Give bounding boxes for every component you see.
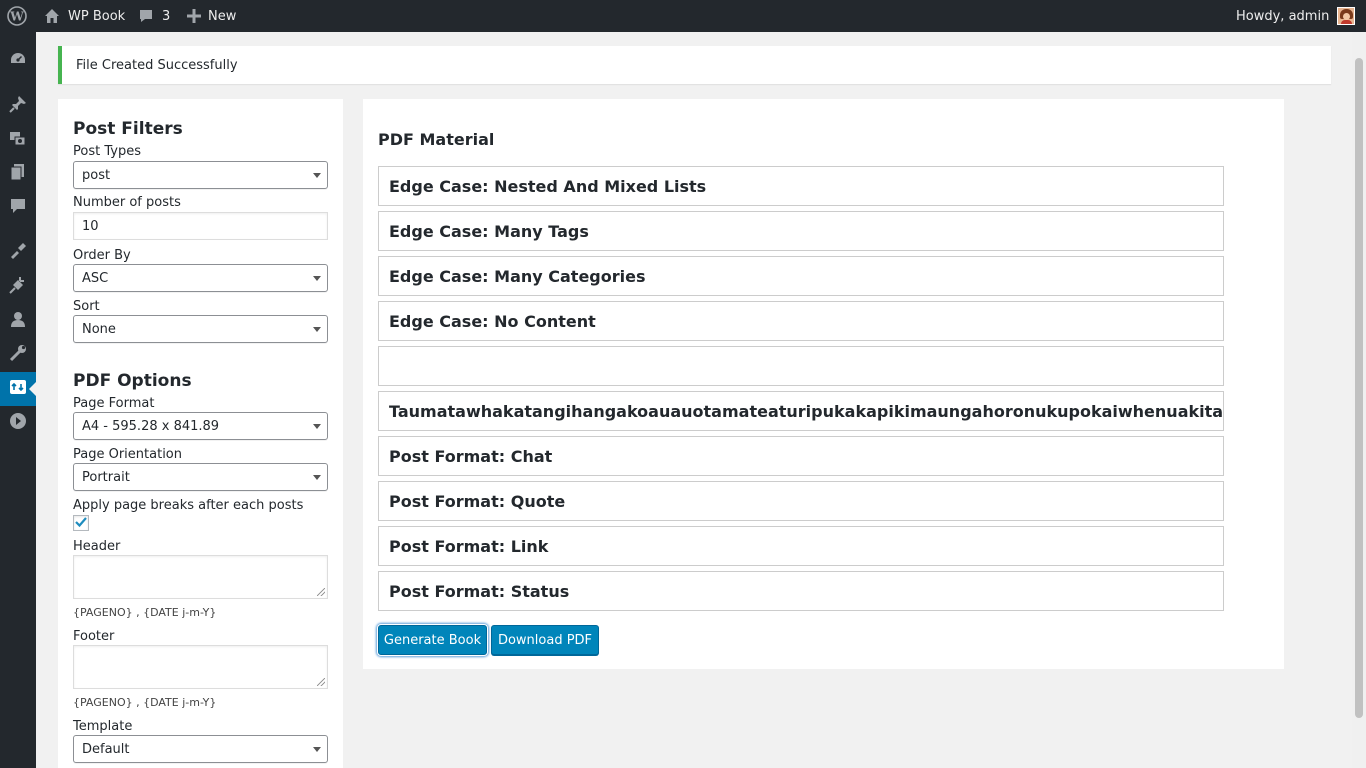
pdf-options-heading: PDF Options	[73, 371, 192, 391]
post-types-value: post	[82, 167, 111, 183]
pdf-post-item[interactable]: Post Format: Status	[378, 571, 1224, 611]
appearance-icon	[9, 241, 27, 263]
post-types-select[interactable]: post	[73, 161, 328, 189]
avatar	[1337, 7, 1356, 25]
sort-label: Sort	[73, 299, 100, 314]
menu-plugins[interactable]	[0, 270, 36, 304]
success-notice: File Created Successfully	[58, 46, 1331, 84]
num-posts-input[interactable]: 10	[73, 212, 328, 240]
home-icon	[44, 8, 60, 24]
filters-panel: Post Filters Post Types post Number of p…	[58, 99, 343, 768]
site-name-link[interactable]: WP Book	[44, 0, 125, 32]
num-posts-label: Number of posts	[73, 195, 181, 210]
menu-comments[interactable]	[0, 191, 36, 225]
order-by-value: ASC	[82, 270, 109, 286]
chevron-down-icon	[313, 327, 321, 332]
tools-icon	[9, 344, 27, 366]
plugins-icon	[9, 276, 27, 298]
post-filters-heading: Post Filters	[73, 119, 183, 139]
pages-icon	[9, 163, 27, 185]
pdf-post-item[interactable]: Taumatawhakatangihangakoauauotamateaturi…	[378, 391, 1224, 431]
menu-media[interactable]	[0, 123, 36, 157]
page-orientation-value: Portrait	[82, 469, 130, 485]
scrollbar-thumb[interactable]	[1355, 58, 1363, 718]
chevron-down-icon	[313, 475, 321, 480]
collapse-icon	[9, 412, 27, 434]
pdf-post-item[interactable]: Post Format: Link	[378, 526, 1224, 566]
post-types-label: Post Types	[73, 144, 141, 159]
media-icon	[9, 129, 27, 151]
pdf-material-panel: PDF Material Edge Case: Nested And Mixed…	[363, 99, 1284, 669]
download-pdf-button[interactable]: Download PDF	[491, 625, 599, 655]
page-scrollbar[interactable]	[1352, 32, 1366, 768]
comment-bubble-icon	[138, 8, 154, 24]
order-by-label: Order By	[73, 248, 131, 263]
order-by-select[interactable]: ASC	[73, 264, 328, 292]
page-orientation-label: Page Orientation	[73, 447, 182, 462]
pdf-material-title: PDF Material	[378, 130, 495, 149]
checkmark-icon	[74, 514, 88, 533]
pin-icon	[9, 95, 27, 117]
header-hint: {PAGENO} , {DATE j-m-Y}	[73, 606, 217, 619]
header-textarea[interactable]	[73, 555, 328, 599]
settings-icon	[9, 378, 27, 400]
header-label: Header	[73, 539, 121, 554]
menu-users[interactable]	[0, 304, 36, 338]
template-value: Default	[82, 741, 130, 757]
num-posts-value: 10	[82, 218, 99, 234]
pdf-post-item[interactable]: Post Format: Chat	[378, 436, 1224, 476]
comments-link[interactable]: 3	[138, 0, 170, 32]
resize-grip-icon[interactable]	[317, 588, 325, 596]
site-name: WP Book	[68, 8, 126, 24]
menu-pages[interactable]	[0, 157, 36, 191]
pdf-post-item[interactable]: Edge Case: Many Categories	[378, 256, 1224, 296]
chevron-down-icon	[313, 747, 321, 752]
svg-text:W: W	[9, 10, 24, 24]
menu-collapse[interactable]	[0, 406, 36, 440]
my-account-link[interactable]: Howdy, admin	[1236, 0, 1356, 32]
greeting: Howdy, admin	[1236, 8, 1330, 24]
template-label: Template	[73, 719, 133, 734]
page-orientation-select[interactable]: Portrait	[73, 463, 328, 491]
template-select[interactable]: Default	[73, 735, 328, 763]
footer-textarea[interactable]	[73, 645, 328, 689]
pdf-post-item[interactable]	[378, 346, 1224, 386]
page-breaks-checkbox[interactable]	[73, 515, 89, 531]
pdf-post-item[interactable]: Edge Case: Many Tags	[378, 211, 1224, 251]
pdf-post-item[interactable]: Edge Case: Nested And Mixed Lists	[378, 166, 1224, 206]
chevron-down-icon	[313, 424, 321, 429]
notice-text: File Created Successfully	[76, 57, 238, 73]
chevron-down-icon	[313, 173, 321, 178]
users-icon	[9, 310, 27, 332]
menu-appearance[interactable]	[0, 235, 36, 269]
page-format-select[interactable]: A4 - 595.28 x 841.89	[73, 412, 328, 440]
footer-label: Footer	[73, 629, 115, 644]
resize-grip-icon[interactable]	[317, 678, 325, 686]
page-format-value: A4 - 595.28 x 841.89	[82, 418, 220, 434]
wordpress-logo-icon[interactable]: W	[7, 0, 27, 32]
menu-posts[interactable]	[0, 89, 36, 123]
menu-tools[interactable]	[0, 338, 36, 372]
admin-menu	[0, 32, 36, 768]
sort-value: None	[82, 321, 116, 337]
sort-select[interactable]: None	[73, 315, 328, 343]
menu-dashboard[interactable]	[0, 44, 36, 78]
generate-book-button[interactable]: Generate Book	[378, 625, 487, 655]
menu-settings[interactable]	[0, 372, 36, 406]
page-format-label: Page Format	[73, 396, 155, 411]
comments-icon	[9, 197, 27, 219]
pdf-post-item[interactable]: Edge Case: No Content	[378, 301, 1224, 341]
comments-count: 3	[162, 8, 171, 24]
page-breaks-label: Apply page breaks after each posts	[73, 498, 304, 513]
dashboard-icon	[9, 50, 27, 72]
footer-hint: {PAGENO} , {DATE j-m-Y}	[73, 696, 217, 709]
chevron-down-icon	[313, 276, 321, 281]
new-label: New	[208, 8, 237, 24]
new-content-link[interactable]: New	[187, 0, 236, 32]
pdf-post-item[interactable]: Post Format: Quote	[378, 481, 1224, 521]
admin-bar: W WP Book 3 New Howdy, admin	[0, 0, 1366, 32]
plus-icon	[187, 9, 201, 23]
